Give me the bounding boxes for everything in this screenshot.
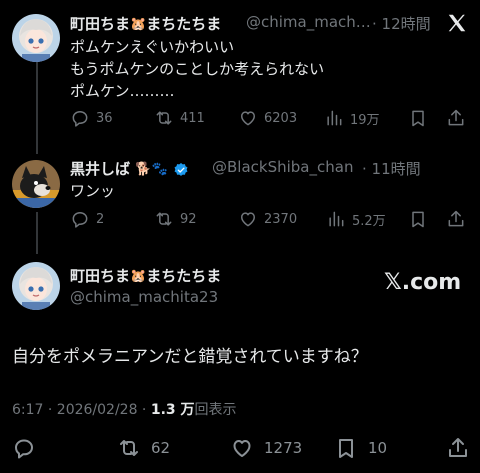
bookmark-icon [339,439,353,458]
avatar[interactable] [12,160,60,208]
views-count: 19万 [350,112,380,128]
repost-count: 62 [151,439,171,457]
x-logo-icon[interactable] [446,12,468,34]
views-count: 5.2万 [352,213,386,229]
tweet1-line-3: ポムケン……… [70,82,175,100]
tweet1-line-2: もうポムケンのことしか考えられない [70,60,325,78]
hamster-emoji: 🐹 [130,17,147,32]
share-icon[interactable] [446,108,466,128]
repost-icon [156,212,172,226]
reply-count: 2 [96,211,105,227]
tweet1-line-1: ポムケンえぐいかわいい [70,38,235,56]
main-actions: 62 1273 10 [0,436,480,462]
share-icon[interactable] [446,209,466,229]
paw-emoji: 🐾 [151,162,168,177]
tweet2-display-name[interactable]: 黒井しば 🐕🐾 [70,158,189,179]
bookmark-count: 10 [368,439,388,457]
tweet1-handle[interactable]: @chima_mach… [246,13,371,31]
tweet1-time[interactable]: · 12時間 [372,13,431,34]
like-button[interactable]: 2370 [238,209,297,229]
bookmark-button[interactable]: 10 [334,436,387,460]
tweet2-text: ワンッ [70,182,116,200]
views-button[interactable]: 5.2万 [326,209,386,229]
views-button[interactable]: 19万 [324,108,380,128]
share-icon[interactable] [446,436,470,460]
repost-icon [156,111,172,125]
reply-icon [72,111,88,127]
like-count: 6203 [264,110,298,126]
repost-button[interactable]: 62 [117,436,170,460]
reply-icon [72,212,88,228]
bookmark-icon[interactable] [408,209,428,229]
avatar[interactable] [12,14,60,62]
views-chart-icon [327,110,342,126]
reply-button[interactable]: 2 [70,209,104,229]
repost-count: 411 [180,110,205,126]
tweet2-handle[interactable]: @BlackShiba_chan [212,158,353,176]
tweet2-actions: 2 92 2370 5.2万 [70,209,470,231]
views-label: 回表示 [194,402,237,418]
bookmark-icon[interactable] [408,108,428,128]
like-count: 1273 [264,439,303,457]
repost-count: 92 [180,211,197,227]
views-count[interactable]: 1.3 万 [151,402,195,418]
main-tweet-text: 自分をポメラニアンだと錯覚されていますね？ [12,347,368,367]
repost-icon [120,440,138,456]
reply-icon[interactable] [12,436,36,460]
repost-button[interactable]: 411 [154,108,205,128]
x-com-watermark: 𝕏.com [384,270,462,295]
heart-icon [241,111,255,126]
like-count: 2370 [264,211,298,227]
reply-count: 36 [96,110,113,126]
like-button[interactable]: 6203 [238,108,297,128]
tweet2-time[interactable]: · 11時間 [362,158,421,179]
main-handle[interactable]: @chima_machita23 [70,288,218,306]
verified-badge-icon [174,162,188,176]
repost-button[interactable]: 92 [154,209,197,229]
avatar[interactable] [12,262,60,310]
tweet1-actions: 36 411 6203 19万 [70,108,470,130]
tweet1-display-name[interactable]: 町田ちま🐹まちたちま [70,13,221,34]
hamster-emoji: 🐹 [130,269,147,284]
heart-icon [233,440,251,457]
main-timestamp-row: 6:17 · 2026/02/28 · 1.3 万回表示 [12,399,237,419]
views-chart-icon [329,211,344,227]
thread-connector [36,62,38,154]
thread-connector [36,212,38,254]
dog-emoji: 🐕 [135,162,152,177]
reply-button[interactable]: 36 [70,108,113,128]
heart-icon [241,212,255,227]
timestamp[interactable]: 6:17 · 2026/02/28 · [12,402,151,418]
main-display-name[interactable]: 町田ちま🐹まちたちま [70,265,221,286]
like-button[interactable]: 1273 [230,436,302,460]
